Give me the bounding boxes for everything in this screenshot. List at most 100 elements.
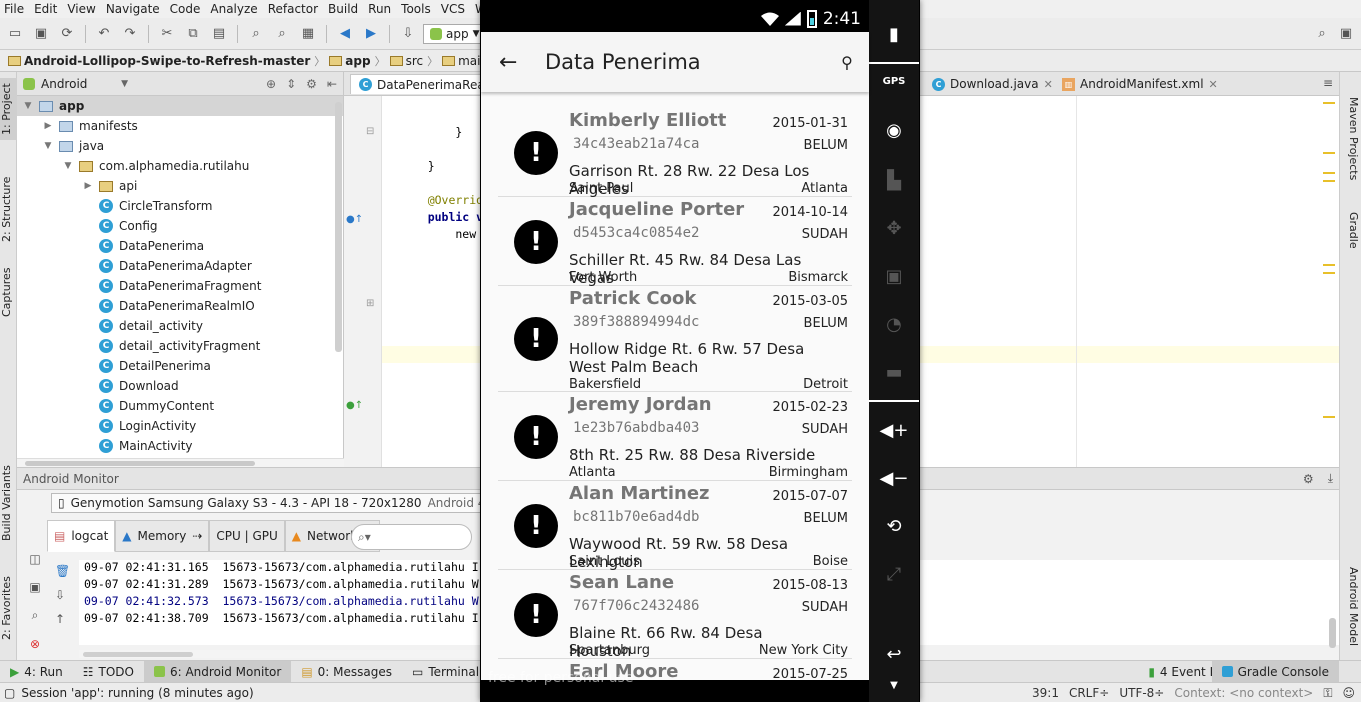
gear-icon[interactable]: ⚙ (306, 77, 317, 91)
tree-item[interactable]: C DummyContent (17, 396, 343, 416)
make-project-icon[interactable]: ⇩ (397, 23, 419, 45)
video-icon[interactable]: ▙ (869, 170, 919, 191)
tool-tab-android-monitor[interactable]: 6: Android Monitor (143, 660, 292, 683)
copy-icon[interactable]: ⧉ (182, 23, 204, 45)
help-icon[interactable]: ▣ (1335, 23, 1357, 45)
tab-cpu-gpu[interactable]: CPU | GPU (209, 520, 285, 552)
close-icon[interactable]: ✕ (1044, 78, 1053, 91)
tool-tab-todo[interactable]: ☷ TODO (73, 661, 144, 683)
tab-androidmanifest[interactable]: ▥ AndroidManifest.xml ✕ (1054, 74, 1226, 94)
error-stripe-marker[interactable] (1323, 102, 1335, 104)
scroll-end-icon[interactable]: ⇩ (55, 588, 70, 602)
volume-down-icon[interactable]: ◀− (869, 468, 919, 489)
menu-analyze[interactable]: Analyze (206, 2, 263, 16)
tool-tab-structure[interactable]: 2: Structure (0, 164, 17, 254)
tree-item[interactable]: C Download (17, 376, 343, 396)
tool-tab-messages[interactable]: ▤ 0: Messages (291, 661, 402, 683)
tree-item[interactable]: Cdetail_activityFragment (17, 336, 343, 356)
tab-download-java[interactable]: C Download.java ✕ (924, 74, 1061, 94)
terminate-icon[interactable]: ⊗ (30, 637, 40, 651)
screenshot-icon[interactable]: ◫ (29, 552, 40, 566)
tab-memory[interactable]: ▲ Memory ⇢ (115, 520, 210, 552)
error-stripe-marker[interactable] (1323, 264, 1335, 266)
cut-icon[interactable]: ✂ (156, 23, 178, 45)
tool-tab-gradle[interactable]: Gradle (1343, 200, 1360, 260)
tool-tab-terminal[interactable]: ▭ Terminal (402, 661, 489, 683)
tree-item[interactable]: C Config (17, 216, 343, 236)
tree-item[interactable]: C DataPenerima (17, 236, 343, 256)
search-everywhere-icon[interactable]: ⌕ (1311, 23, 1333, 45)
camera-icon[interactable]: ◉ (869, 120, 919, 141)
menu-tools[interactable]: Tools (397, 2, 437, 16)
tree-item[interactable]: C DetailPenerima (17, 356, 343, 376)
list-item[interactable]: ! Kimberly Elliott 2015-01-31 34c43eab21… (498, 108, 852, 198)
menu-view[interactable]: View (63, 2, 101, 16)
lock-icon[interactable]: ⚿ (1323, 686, 1332, 701)
paste-icon[interactable]: ▤ (208, 23, 230, 45)
menu-edit[interactable]: Edit (30, 2, 63, 16)
breadcrumb-app[interactable]: app (325, 54, 374, 68)
line-separator[interactable]: CRLF÷ (1069, 686, 1109, 700)
chevron-down-icon[interactable]: ▼ (63, 161, 73, 171)
inspector-icon[interactable]: ☺ (1342, 686, 1355, 700)
error-stripe-marker[interactable] (1323, 272, 1335, 274)
hide-panel-icon[interactable]: ⇤ (327, 77, 337, 91)
tab-logcat[interactable]: ▤ logcat (47, 520, 116, 552)
error-stripe-marker[interactable] (1323, 172, 1335, 174)
project-vertical-scrollbar[interactable] (335, 102, 342, 352)
logcat-search-input[interactable]: ⌕▾ (351, 524, 472, 550)
recipient-list[interactable]: ! Kimberly Elliott 2015-01-31 34c43eab21… (481, 92, 869, 680)
file-encoding[interactable]: UTF-8÷ (1119, 686, 1164, 700)
caret-position[interactable]: 39:1 (1032, 686, 1059, 700)
gear-icon[interactable]: ⚙ (1303, 472, 1314, 486)
up-icon[interactable]: ↑ (55, 612, 70, 626)
find-icon[interactable]: ⌕ (245, 23, 267, 45)
replace-icon[interactable]: ⌕ (271, 23, 293, 45)
menu-navigate[interactable]: Navigate (102, 2, 166, 16)
project-horizontal-scrollbar[interactable] (17, 458, 344, 467)
tree-item[interactable]: ▼ app (17, 96, 343, 116)
chevron-down-icon[interactable]: ▼ (43, 141, 53, 151)
tool-tab-project[interactable]: 1: Project (0, 78, 17, 140)
menu-code[interactable]: Code (166, 2, 207, 16)
volume-up-icon[interactable]: ◀+ (869, 420, 919, 441)
sync-icon[interactable]: ⟳ (56, 23, 78, 45)
breadcrumb-project[interactable]: Android-Lollipop-Swipe-to-Refresh-master (4, 54, 314, 68)
back-icon[interactable]: ◀ (334, 23, 356, 45)
tool-tab-captures[interactable]: Captures (0, 262, 17, 322)
tree-item[interactable]: ▼ com.alphamedia.rutilahu (17, 156, 343, 176)
undo-icon[interactable]: ↶ (93, 23, 115, 45)
tool-windows-icon[interactable]: ▢ (4, 686, 15, 700)
tool-tab-favorites[interactable]: 2: Favorites (0, 568, 17, 648)
settings-icon[interactable]: ▦ (297, 23, 319, 45)
open-folder-icon[interactable]: ▭ (4, 23, 26, 45)
scroll-down-icon[interactable]: ▼ (869, 680, 919, 691)
tree-item[interactable]: ▼ java (17, 136, 343, 156)
close-icon[interactable]: ✕ (1209, 78, 1218, 91)
menu-file[interactable]: File (0, 2, 30, 16)
error-stripe-marker[interactable] (1323, 180, 1335, 182)
chevron-right-icon[interactable]: ▶ (83, 181, 93, 191)
pixel-perfect-icon[interactable]: ⤢ (869, 564, 919, 585)
tool-tab-build-variants[interactable]: Build Variants (0, 458, 17, 548)
fold-icon[interactable]: ⊟ (366, 126, 374, 137)
breadcrumb-src[interactable]: src (386, 54, 428, 68)
trash-icon[interactable]: 🗑 (55, 564, 70, 578)
redo-icon[interactable]: ↷ (119, 23, 141, 45)
chevron-right-icon[interactable]: ▶ (43, 121, 53, 131)
chevron-down-icon[interactable]: ▼ (23, 101, 33, 111)
tree-item[interactable]: ▶ manifests (17, 116, 343, 136)
rotate-icon[interactable]: ⟲ (869, 516, 919, 537)
locate-icon[interactable]: ⊕ (266, 77, 276, 91)
tree-item[interactable]: C MainActivity (17, 436, 343, 456)
tool-tab-maven-projects[interactable]: Maven Projects (1343, 94, 1360, 184)
battery-widget-icon[interactable]: ▮ (869, 24, 919, 45)
log-horizontal-scrollbar[interactable] (79, 650, 479, 658)
back-icon[interactable]: ↩ (869, 644, 919, 665)
list-item[interactable]: ! Patrick Cook 2015-03-05 389f388894994d… (498, 286, 852, 392)
tab-list-icon[interactable]: ≡ (1323, 76, 1333, 90)
error-stripe-marker[interactable] (1323, 152, 1335, 154)
back-arrow-icon[interactable]: ← (481, 50, 527, 75)
tree-item[interactable]: C DataPenerimaFragment (17, 276, 343, 296)
error-stripe-marker[interactable] (1323, 416, 1335, 418)
